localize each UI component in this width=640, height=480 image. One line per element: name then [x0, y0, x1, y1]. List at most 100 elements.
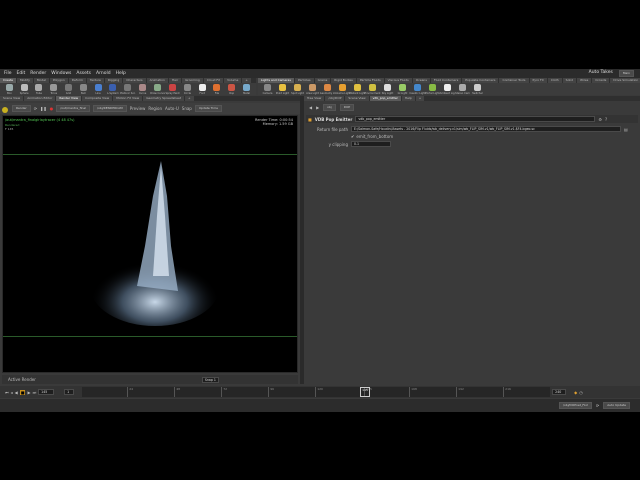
tool-rop[interactable]: Rop	[225, 83, 238, 95]
node-name-field[interactable]: vdb_pop_emitter	[355, 116, 596, 122]
tool-curve[interactable]: Curve	[136, 83, 149, 95]
refresh-icon[interactable]: ⟳	[34, 106, 37, 111]
tool-null[interactable]: Null	[77, 83, 90, 95]
play-icon[interactable]: ▶	[27, 390, 30, 395]
tool-draw-curve[interactable]: Draw Curve	[150, 83, 165, 95]
menu-windows[interactable]: Windows	[51, 71, 71, 76]
back-icon[interactable]: ◀	[309, 105, 312, 110]
tool-geometry-l-[interactable]: Geometry L.	[320, 83, 335, 95]
pane-splitter[interactable]	[300, 96, 304, 384]
jump-end-icon[interactable]: ⏭	[33, 390, 37, 395]
auto-update-button[interactable]: Auto Update	[603, 402, 630, 409]
tool-volume-light[interactable]: Volume Light	[334, 83, 351, 95]
tool-platonic-sol-[interactable]: Platonic Sol.	[120, 83, 135, 95]
camera-select[interactable]: /obj/RENDERCAM	[93, 105, 127, 112]
tool-ambient-lig-[interactable]: Ambient Lig.	[440, 83, 455, 95]
tool-l-system[interactable]: L-System	[106, 83, 119, 95]
file-path-field[interactable]: E:/Salmon-Safe/Houdini/Assets - 2016/Fli…	[351, 126, 621, 132]
tool-portal-light[interactable]: Portal Light	[425, 83, 440, 95]
step-back-icon[interactable]: ◂	[11, 390, 13, 395]
tool-point-light[interactable]: Point Light	[276, 83, 289, 95]
menu-render[interactable]: Render	[30, 71, 46, 76]
snapshot-field[interactable]: Snap 1	[201, 376, 219, 383]
current-frame-field[interactable]: 145	[38, 389, 55, 395]
tab-vdb-pop-emitter[interactable]: vdb_pop_emitter	[369, 96, 401, 101]
timeline-slider[interactable]: 24 48 72 96 120 145 168 192 216 145	[82, 387, 551, 397]
tool-spray-paint[interactable]: Spray Paint	[165, 83, 180, 95]
realtime-icon[interactable]: ◷	[579, 390, 583, 395]
tool-distant-light[interactable]: Distant Light	[349, 83, 366, 95]
path-obj[interactable]: obj	[323, 104, 336, 111]
stop-icon[interactable]: ●	[50, 106, 54, 111]
tool-sphere[interactable]: Sphere	[18, 83, 31, 95]
tool-line[interactable]: Line	[92, 83, 105, 95]
tool-label: Portal Light	[425, 91, 440, 95]
render-button[interactable]: Render	[12, 105, 31, 112]
frame-step-field[interactable]: 1	[64, 389, 75, 395]
auto-update-toggle[interactable]: Auto-U	[165, 106, 179, 111]
tool-sky-light[interactable]: Sky Light	[381, 83, 394, 95]
menu-edit[interactable]: Edit	[17, 71, 26, 76]
tool-tube[interactable]: Tube	[33, 83, 46, 95]
tab-render-view[interactable]: Render View	[56, 96, 82, 101]
tool-switcher[interactable]: Switcher	[471, 83, 484, 95]
update-mode-icon: ⟳	[595, 403, 600, 408]
auto-takes-toggle[interactable]: Auto Takes	[589, 70, 613, 77]
tool-box[interactable]: Box	[3, 83, 16, 95]
menu-file[interactable]: File	[4, 71, 12, 76]
tool-caustic-light[interactable]: Caustic Light	[409, 83, 426, 95]
tab--obj-dop[interactable]: /obj/DOP	[325, 96, 345, 101]
update-time-button[interactable]: Update Time	[194, 105, 223, 112]
tab-animation-editor[interactable]: Animation Editor	[24, 96, 56, 101]
render-view[interactable]: /out/mantra_finalgirlaytracer (4 48 47s)…	[2, 115, 298, 373]
menu-arnold[interactable]: Arnold	[96, 71, 111, 76]
region-button[interactable]: Region	[148, 106, 162, 111]
pause-icon[interactable]: ❚❚	[40, 106, 47, 111]
tool-gi-light[interactable]: GI Light	[396, 83, 409, 95]
tab-motion-fx-view[interactable]: Motion FX View	[113, 96, 143, 101]
tool-camera[interactable]: Camera	[261, 83, 274, 95]
tab--[interactable]: +	[185, 96, 194, 101]
tab--[interactable]: +	[415, 96, 425, 101]
renderer-select[interactable]: /out/mantra_final	[56, 105, 91, 112]
tool-font[interactable]: Font	[196, 83, 209, 95]
snap-button[interactable]: Snap	[182, 106, 192, 111]
menu-assets[interactable]: Assets	[76, 71, 91, 76]
tab-help[interactable]: Help	[401, 96, 415, 101]
tool-environment[interactable]: Environment	[365, 83, 380, 95]
tool-metal[interactable]: Metal	[240, 83, 253, 95]
menu-help[interactable]: Help	[116, 71, 126, 76]
desktop-select[interactable]: Main	[618, 70, 634, 77]
tool-icon	[94, 83, 102, 91]
tab-scene-view[interactable]: Scene View	[345, 96, 369, 101]
jump-start-icon[interactable]: ⏮	[5, 390, 9, 395]
forward-icon[interactable]: ▶	[316, 105, 319, 110]
path-dop[interactable]: DOP	[339, 104, 355, 111]
play-reverse-icon[interactable]: ◀	[15, 390, 18, 395]
key-icon[interactable]: ◆	[574, 390, 577, 395]
help-icon[interactable]: ?	[605, 117, 607, 122]
tool-torus[interactable]: Torus	[47, 83, 60, 95]
tool-area-light[interactable]: Area Light	[306, 83, 319, 95]
tool-icon	[213, 83, 221, 91]
stop-play-icon[interactable]: ■	[19, 389, 26, 395]
y-clipping-field[interactable]: 0.1	[351, 141, 391, 147]
tool-spot-light[interactable]: Spot Light	[291, 83, 304, 95]
tool-icon	[154, 83, 162, 91]
tool-file[interactable]: File	[211, 83, 224, 95]
tool-circle[interactable]: Circle	[181, 83, 194, 95]
tab-scene-view[interactable]: Scene View	[0, 96, 24, 101]
tool-stereo-cam[interactable]: Stereo Cam	[455, 83, 470, 95]
shelf-tools-left: Box Sphere Tube Torus Grid Null Line L-System Pl…	[0, 83, 256, 95]
tab-geometry-spreadsheet[interactable]: Geometry Spreadsheet	[143, 96, 185, 101]
gear-icon[interactable]: ⚙	[598, 117, 602, 122]
tab-tree-view[interactable]: Tree View	[304, 96, 325, 101]
file-chooser-icon[interactable]: ▤	[624, 127, 628, 132]
preview-toggle[interactable]: Preview	[130, 106, 146, 111]
end-frame-field[interactable]: 240	[552, 389, 567, 395]
emit-from-bottom-checkbox[interactable]: ✔	[351, 134, 354, 139]
network-path[interactable]: /obj/DOPnet_FLU	[558, 402, 592, 409]
tool-grid[interactable]: Grid	[62, 83, 75, 95]
playhead[interactable]: 145	[360, 387, 370, 397]
tab-composite-view[interactable]: Composite View	[82, 96, 113, 101]
